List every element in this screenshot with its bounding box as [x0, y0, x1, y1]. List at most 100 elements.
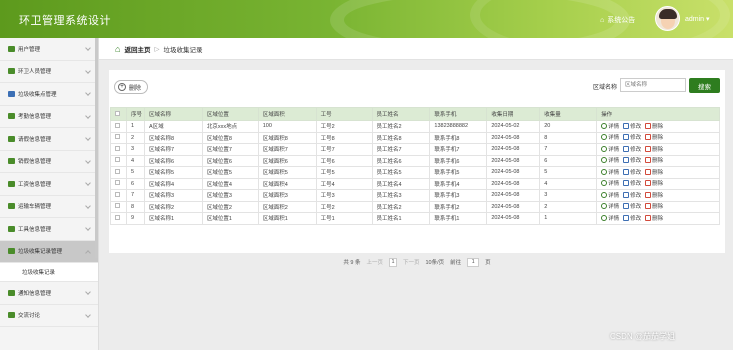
row-checkbox[interactable] — [115, 180, 120, 186]
row-select-cell[interactable] — [110, 154, 127, 167]
home-icon: ⌂ — [115, 43, 121, 54]
column-header[interactable] — [110, 107, 127, 121]
detail-button[interactable]: 详情 — [601, 133, 619, 141]
detail-button[interactable]: 详情 — [601, 122, 619, 130]
pager-goto-input[interactable]: 1 — [467, 257, 480, 267]
row-checkbox[interactable] — [115, 122, 120, 128]
row-checkbox[interactable] — [115, 157, 120, 163]
table-cell: 区域位置7 — [201, 143, 259, 156]
detail-button[interactable]: 详情 — [601, 156, 619, 164]
table-cell: 联系手机4 — [429, 177, 488, 190]
edit-button[interactable]: 修改 — [623, 202, 641, 210]
delete-row-button[interactable]: 删除 — [645, 214, 663, 222]
sidebar-item[interactable]: 考勤信息管理 — [0, 106, 98, 128]
edit-button[interactable]: 修改 — [623, 133, 641, 141]
search-input[interactable] — [620, 78, 686, 92]
sidebar-item[interactable]: 用户管理 — [0, 38, 98, 61]
pager-prev[interactable]: 上一页 — [366, 258, 383, 266]
action-label: 删除 — [652, 135, 664, 142]
sidebar-subitem[interactable]: 垃圾收集记录 — [0, 263, 98, 282]
delete-row-button[interactable]: 删除 — [645, 179, 663, 187]
edit-button[interactable]: 修改 — [623, 145, 641, 153]
row-checkbox[interactable] — [115, 191, 120, 197]
edit-button[interactable]: 修改 — [623, 191, 641, 199]
row-checkbox[interactable] — [115, 145, 120, 151]
table-cell: 工号2 — [315, 120, 373, 133]
row-select-cell[interactable] — [110, 166, 127, 179]
row-select-cell[interactable] — [110, 212, 127, 225]
detail-button[interactable]: 详情 — [601, 214, 619, 222]
table-cell: 5 — [539, 166, 598, 179]
sidebar-item-label: 销假信息管理 — [18, 159, 52, 166]
row-checkbox[interactable] — [115, 214, 120, 220]
avatar[interactable] — [655, 6, 680, 31]
row-checkbox[interactable] — [115, 168, 120, 174]
delete-row-button[interactable]: 删除 — [645, 156, 663, 164]
detail-button[interactable]: 详情 — [601, 179, 619, 187]
sidebar-item[interactable]: 运输车辆管理 — [0, 196, 98, 218]
table-cell: 2024-05-08 — [486, 212, 541, 225]
delete-button[interactable]: + 删除 — [114, 80, 149, 94]
sidebar-item[interactable]: 通知信息管理 — [0, 282, 98, 305]
edit-button[interactable]: 修改 — [623, 179, 641, 187]
actions-cell: 详情 修改 删除 — [596, 120, 720, 133]
user-menu[interactable]: admin ▾ — [685, 15, 710, 23]
action-label: 修改 — [630, 135, 642, 142]
delete-row-button[interactable]: 删除 — [645, 145, 663, 153]
actions-cell: 详情 修改 删除 — [596, 189, 720, 202]
detail-button[interactable]: 详情 — [601, 191, 619, 199]
table-cell: 工号4 — [315, 177, 373, 190]
sidebar-item[interactable]: 垃圾收集点管理 — [0, 83, 98, 106]
row-select-cell[interactable] — [110, 120, 127, 133]
edit-button[interactable]: 修改 — [623, 214, 641, 222]
row-select-cell[interactable] — [110, 131, 127, 144]
row-select-cell[interactable] — [110, 143, 127, 156]
action-label: 删除 — [652, 123, 664, 130]
sidebar-item[interactable]: 工具信息管理 — [0, 218, 98, 241]
column-header: 区域名称 — [143, 107, 203, 121]
row-checkbox[interactable] — [115, 203, 120, 209]
system-notice-link[interactable]: ⌂ 系统公告 — [600, 15, 635, 25]
edit-button[interactable]: 修改 — [623, 156, 641, 164]
delete-row-button[interactable]: 删除 — [645, 133, 663, 141]
sidebar-item[interactable]: 工资信息管理 — [0, 173, 98, 196]
sidebar-item[interactable]: 交流讨论 — [0, 305, 98, 327]
breadcrumb-home[interactable]: 返回主页 — [124, 44, 150, 54]
table-cell: 员工姓名8 — [371, 131, 431, 144]
edit-button[interactable]: 修改 — [623, 122, 641, 130]
pager-size-select[interactable]: 10条/页 — [425, 258, 444, 266]
column-header: 收集量 — [539, 107, 598, 121]
delete-row-button[interactable]: 删除 — [645, 202, 663, 210]
search-button[interactable]: 搜索 — [689, 78, 720, 93]
delete-row-button[interactable]: 删除 — [645, 191, 663, 199]
select-all-checkbox[interactable] — [115, 110, 120, 116]
detail-button[interactable]: 详情 — [601, 168, 619, 176]
table-row: 5 区域名称5 区域位置5 区域面积5 工号5 员工姓名5 联系手机5 2024-05-08 5… — [110, 166, 720, 179]
table-cell: 20 — [539, 120, 598, 133]
action-label: 删除 — [652, 192, 664, 199]
sidebar-item[interactable]: 垃圾收集记录管理 — [0, 240, 98, 263]
sidebar-item[interactable]: 环卫人员管理 — [0, 61, 98, 83]
delete-row-button[interactable]: 删除 — [645, 122, 663, 130]
pager-page[interactable]: 1 — [388, 257, 397, 267]
sidebar-item[interactable]: 请假信息管理 — [0, 128, 98, 151]
row-checkbox[interactable] — [115, 134, 120, 140]
detail-button[interactable]: 详情 — [601, 202, 619, 210]
sidebar-scrollbar[interactable] — [95, 38, 98, 258]
delete-row-button[interactable]: 删除 — [645, 168, 663, 176]
pager-next[interactable]: 下一页 — [403, 258, 420, 266]
pager-page-unit: 页 — [485, 260, 491, 266]
table-cell: 6 — [125, 177, 145, 190]
edit-button[interactable]: 修改 — [623, 168, 641, 176]
chevron-down-icon — [85, 202, 91, 209]
detail-button[interactable]: 详情 — [601, 145, 619, 153]
action-label: 修改 — [630, 192, 642, 199]
system-notice-label: 系统公告 — [607, 17, 636, 24]
sidebar-item[interactable]: 销假信息管理 — [0, 151, 98, 173]
row-select-cell[interactable] — [110, 177, 127, 190]
column-header: 收集日期 — [486, 107, 541, 121]
row-select-cell[interactable] — [110, 189, 127, 202]
column-header: 员工姓名 — [371, 107, 431, 121]
row-select-cell[interactable] — [110, 200, 127, 213]
records-table: 序号 区域名称 区域位置 区域面积 工号 员工姓名 联系手机 收集日期 收集量 操作 1 A区域 北京… — [110, 107, 720, 225]
